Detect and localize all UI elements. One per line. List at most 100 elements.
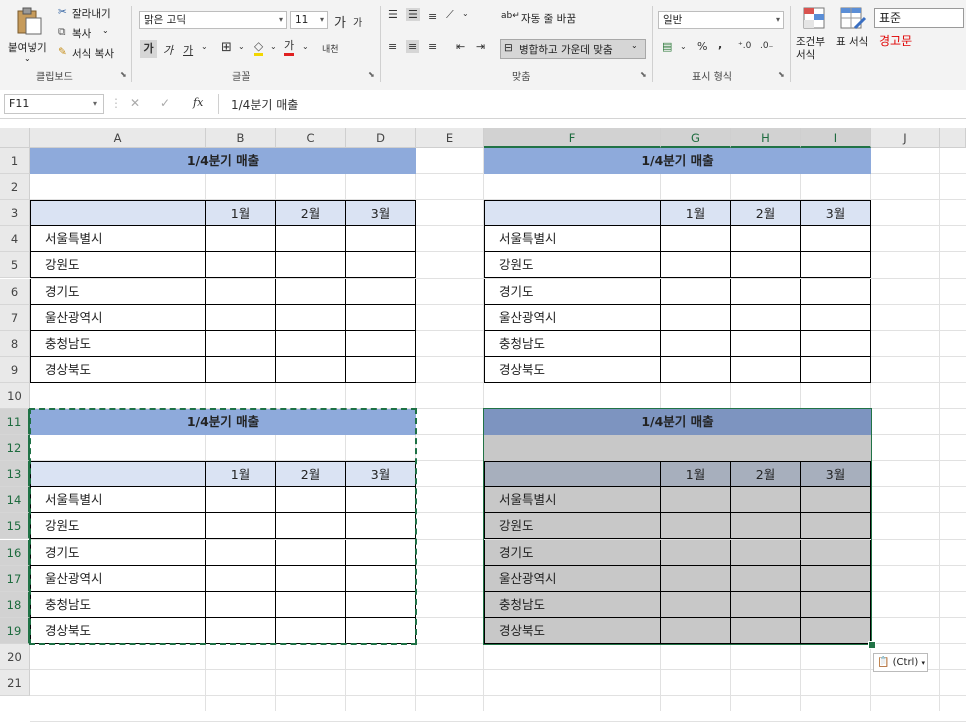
row-header-16[interactable]: 16 <box>0 539 30 566</box>
column-header-d[interactable]: D <box>346 128 416 148</box>
value-cell[interactable] <box>276 304 346 331</box>
increase-decimal-icon[interactable]: ⁺.0 <box>738 41 751 51</box>
value-cell[interactable] <box>206 226 276 253</box>
align-bottom-icon[interactable]: ≡ <box>428 10 437 23</box>
chevron-down-icon[interactable]: ⌄ <box>270 42 277 51</box>
value-cell[interactable] <box>801 278 871 305</box>
value-cell[interactable] <box>661 304 731 331</box>
comma-button[interactable]: , <box>718 38 722 51</box>
cancel-icon[interactable]: ✕ <box>130 96 140 110</box>
row-header-20[interactable]: 20 <box>0 643 30 670</box>
align-right-icon[interactable]: ≡ <box>428 40 437 53</box>
row-header-6[interactable]: 6 <box>0 278 30 305</box>
row-header-11[interactable]: 11 <box>0 409 30 436</box>
increase-indent-icon[interactable]: ⇥ <box>476 40 485 53</box>
chevron-down-icon[interactable]: ⌄ <box>462 9 469 18</box>
number-format-dropdown[interactable]: 일반 ▾ <box>658 11 784 29</box>
style-warning[interactable]: 경고문 <box>874 32 966 52</box>
underline-button[interactable]: 가 <box>183 42 193 58</box>
region-cell[interactable]: 경상북도 <box>30 356 206 383</box>
value-cell[interactable] <box>731 252 801 279</box>
column-header-h[interactable]: H <box>731 128 801 148</box>
bold-button[interactable]: 가 <box>140 40 157 58</box>
month-header[interactable]: 3월 <box>346 200 416 227</box>
region-cell[interactable]: 경기도 <box>484 278 661 305</box>
value-cell[interactable] <box>276 330 346 357</box>
region-cell[interactable]: 충청남도 <box>484 330 661 357</box>
column-header-j[interactable]: J <box>871 128 940 148</box>
chevron-down-icon[interactable]: ⌄ <box>201 42 208 51</box>
insert-function-button[interactable]: fx <box>193 96 203 109</box>
month-header[interactable]: 1월 <box>661 200 731 227</box>
fill-handle[interactable] <box>868 640 876 649</box>
row-header-14[interactable]: 14 <box>0 487 30 514</box>
value-cell[interactable] <box>206 278 276 305</box>
row-header-21[interactable]: 21 <box>0 670 30 697</box>
value-cell[interactable] <box>661 252 731 279</box>
value-cell[interactable] <box>731 330 801 357</box>
font-size-dropdown[interactable]: 11 ▾ <box>290 11 328 29</box>
value-cell[interactable] <box>731 226 801 253</box>
value-cell[interactable] <box>346 356 416 383</box>
conditional-format-button[interactable]: 조건부 서식 <box>796 4 834 66</box>
column-header-b[interactable]: B <box>206 128 276 148</box>
value-cell[interactable] <box>801 356 871 383</box>
chevron-down-icon[interactable]: ⌄ <box>302 42 309 51</box>
name-box[interactable]: F11 ▾ <box>4 94 104 114</box>
style-normal[interactable]: 표준 <box>874 8 964 28</box>
borders-icon[interactable]: ⊞ <box>221 40 232 55</box>
row-header-19[interactable]: 19 <box>0 617 30 644</box>
value-cell[interactable] <box>276 226 346 253</box>
value-cell[interactable] <box>661 330 731 357</box>
value-cell[interactable] <box>206 304 276 331</box>
month-header[interactable]: 2월 <box>276 200 346 227</box>
column-header-g[interactable]: G <box>661 128 731 148</box>
value-cell[interactable] <box>346 226 416 253</box>
chevron-down-icon[interactable]: ⌄ <box>680 42 687 51</box>
table-title[interactable]: 1/4분기 매출 <box>484 148 871 175</box>
value-cell[interactable] <box>731 304 801 331</box>
value-cell[interactable] <box>276 252 346 279</box>
row-header-15[interactable]: 15 <box>0 513 30 540</box>
accounting-format-icon[interactable]: ▤ <box>662 40 672 53</box>
paste-options-button[interactable]: 📋 (Ctrl) ▾ <box>873 653 928 672</box>
paste-button[interactable]: 붙여넣기 ⌄ <box>6 4 52 64</box>
shrink-font-button[interactable]: 가 <box>353 14 362 29</box>
italic-button[interactable]: 가 <box>163 42 173 58</box>
fill-color-icon[interactable]: ◇ <box>254 39 264 56</box>
row-header-9[interactable]: 9 <box>0 356 30 383</box>
row-header-5[interactable]: 5 <box>0 252 30 279</box>
value-cell[interactable] <box>801 226 871 253</box>
value-cell[interactable] <box>346 304 416 331</box>
value-cell[interactable] <box>276 356 346 383</box>
region-cell[interactable]: 강원도 <box>30 252 206 279</box>
align-middle-icon[interactable]: ☰ <box>406 8 420 21</box>
header-cell[interactable] <box>484 200 661 227</box>
row-header-2[interactable]: 2 <box>0 174 30 201</box>
value-cell[interactable] <box>661 278 731 305</box>
region-cell[interactable]: 울산광역시 <box>484 304 661 331</box>
font-color-button[interactable]: 가 <box>284 39 295 56</box>
month-header[interactable]: 3월 <box>801 200 871 227</box>
value-cell[interactable] <box>346 252 416 279</box>
value-cell[interactable] <box>731 278 801 305</box>
dialog-launcher-icon[interactable]: ⬊ <box>368 70 375 79</box>
value-cell[interactable] <box>661 226 731 253</box>
value-cell[interactable] <box>206 356 276 383</box>
value-cell[interactable] <box>206 330 276 357</box>
column-header-f[interactable]: F <box>484 128 661 148</box>
region-cell[interactable]: 경기도 <box>30 278 206 305</box>
dialog-launcher-icon[interactable]: ⬊ <box>778 70 785 79</box>
row-header-7[interactable]: 7 <box>0 304 30 331</box>
region-cell[interactable]: 울산광역시 <box>30 304 206 331</box>
month-header[interactable]: 2월 <box>731 200 801 227</box>
row-header-12[interactable]: 12 <box>0 435 30 462</box>
decrease-decimal-icon[interactable]: .0₋ <box>760 41 773 51</box>
region-cell[interactable]: 서울특별시 <box>30 226 206 253</box>
format-as-table-button[interactable]: 표 서식 <box>836 4 870 66</box>
value-cell[interactable] <box>801 330 871 357</box>
row-header-10[interactable]: 10 <box>0 382 30 409</box>
row-header-17[interactable]: 17 <box>0 565 30 592</box>
column-header-a[interactable]: A <box>30 128 206 148</box>
column-header-c[interactable]: C <box>276 128 346 148</box>
